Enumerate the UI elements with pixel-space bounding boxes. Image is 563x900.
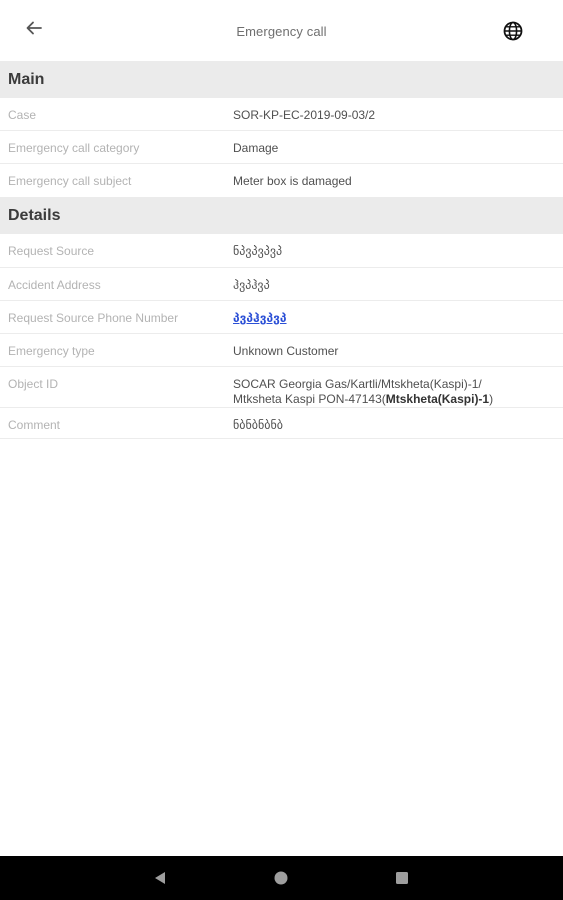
app-screen: Emergency call Main Case SOR-KP-EC-2019-…: [0, 0, 563, 900]
circle-home-icon: [274, 871, 288, 885]
field-row-category: Emergency call category Damage: [0, 131, 563, 164]
field-row-subject: Emergency call subject Meter box is dama…: [0, 164, 563, 197]
phone-number-link[interactable]: პვპჰვპვპ: [233, 311, 553, 326]
object-id-line2-suffix: ): [489, 392, 494, 406]
field-label: Emergency type: [8, 344, 95, 358]
language-button[interactable]: [500, 18, 526, 44]
object-id-value: SOCAR Georgia Gas/Kartli/Mtskheta(Kaspi)…: [233, 377, 553, 407]
top-app-bar: Emergency call: [0, 0, 563, 61]
field-label: Accident Address: [8, 278, 101, 292]
system-navigation-bar: [0, 856, 563, 900]
field-value: Damage: [233, 141, 279, 155]
object-id-line1: SOCAR Georgia Gas/Kartli/Mtskheta(Kaspi)…: [233, 377, 482, 391]
field-row-phone: Request Source Phone Number პვპჰვპვპ: [0, 301, 563, 334]
field-value: ჰვპჰვპ: [233, 278, 270, 292]
object-id-line2-prefix: Mtksheta Kaspi PON-47143(: [233, 392, 386, 406]
field-value: Meter box is damaged: [233, 174, 352, 188]
field-row-accident-address: Accident Address ჰვპჰვპ: [0, 268, 563, 301]
field-label: Case: [8, 108, 37, 122]
section-header-main: Main: [0, 61, 563, 98]
field-row-case: Case SOR-KP-EC-2019-09-03/2: [0, 98, 563, 131]
square-recents-icon: [396, 872, 408, 884]
system-back-button[interactable]: [150, 868, 170, 888]
field-value: SOR-KP-EC-2019-09-03/2: [233, 108, 376, 122]
globe-icon: [503, 21, 523, 41]
page-title: Emergency call: [236, 24, 327, 39]
field-row-request-source: Request Source ნპვპვპვპ: [0, 234, 563, 268]
system-recents-button[interactable]: [392, 868, 412, 888]
field-label: Request Source: [8, 244, 95, 258]
field-label: Object ID: [8, 377, 59, 391]
object-id-line2-bold: Mtskheta(Kaspi)-1: [385, 392, 490, 406]
field-label: Comment: [8, 418, 61, 432]
field-value: ნბნბნბნბ: [233, 418, 283, 432]
field-row-object-id: Object ID SOCAR Georgia Gas/Kartli/Mtskh…: [0, 367, 563, 408]
field-row-comment: Comment ნბნბნბნბ: [0, 408, 563, 439]
field-label: Request Source Phone Number: [8, 311, 179, 325]
field-value: Unknown Customer: [233, 344, 339, 358]
field-value: ნპვპვპვპ: [233, 244, 283, 258]
field-row-emergency-type: Emergency type Unknown Customer: [0, 334, 563, 367]
triangle-back-icon: [155, 872, 165, 884]
system-home-button[interactable]: [271, 868, 291, 888]
field-label: Emergency call category: [8, 141, 140, 155]
section-header-details: Details: [0, 197, 563, 234]
field-label: Emergency call subject: [8, 174, 132, 188]
